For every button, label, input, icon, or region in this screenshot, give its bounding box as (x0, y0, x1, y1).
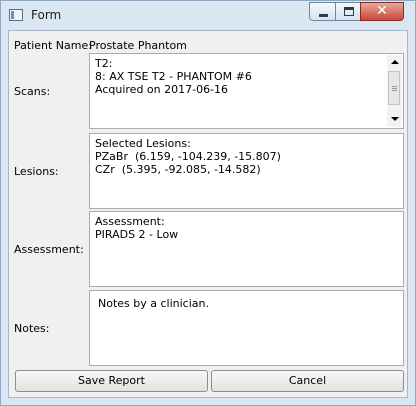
arrow-down-icon (391, 117, 399, 121)
grip-line (392, 86, 397, 87)
scans-label: Scans: (14, 85, 51, 98)
window-title: Form (31, 8, 62, 22)
form-window: Form ✕ Patient Name: Prostate Phantom Sc… (0, 0, 416, 406)
patient-name-label: Patient Name: (14, 39, 92, 52)
patient-name-value: Prostate Phantom (89, 39, 187, 52)
assessment-label: Assessment: (14, 243, 84, 256)
close-icon: ✕ (376, 3, 388, 19)
notes-textbox[interactable]: Notes by a clinician. (89, 290, 404, 366)
form-window-icon (9, 9, 23, 21)
grip-line (392, 90, 397, 91)
arrow-up-icon (391, 60, 399, 64)
assessment-textbox[interactable]: Assessment: PIRADS 2 - Low (89, 211, 404, 287)
scroll-down-button[interactable] (387, 112, 402, 127)
close-button[interactable]: ✕ (360, 2, 404, 21)
notes-label: Notes: (14, 322, 50, 335)
assessment-text: Assessment: PIRADS 2 - Low (95, 215, 179, 241)
minimize-button[interactable] (309, 2, 336, 21)
scroll-up-button[interactable] (387, 55, 402, 70)
maximize-icon (344, 7, 354, 16)
scroll-thumb[interactable] (388, 71, 400, 105)
lesions-label: Lesions: (14, 165, 59, 178)
notes-text: Notes by a clinician. (98, 297, 209, 310)
scans-textbox[interactable]: T2: 8: AX TSE T2 - PHANTOM #6 Acquired o… (89, 53, 404, 129)
minimize-icon (319, 14, 328, 17)
cancel-button[interactable]: Cancel (211, 370, 404, 392)
maximize-button[interactable] (335, 2, 361, 21)
save-report-button[interactable]: Save Report (15, 370, 208, 392)
form-body: Patient Name: Prostate Phantom Scans: T2… (8, 30, 408, 398)
grip-line (392, 88, 397, 89)
lesions-text: Selected Lesions: PZaBr (6.159, -104.239… (95, 137, 281, 176)
lesions-textbox[interactable]: Selected Lesions: PZaBr (6.159, -104.239… (89, 133, 404, 209)
title-bar[interactable]: Form ✕ (1, 1, 415, 30)
scans-text: T2: 8: AX TSE T2 - PHANTOM #6 Acquired o… (95, 57, 252, 96)
scans-scrollbar[interactable] (387, 55, 402, 127)
